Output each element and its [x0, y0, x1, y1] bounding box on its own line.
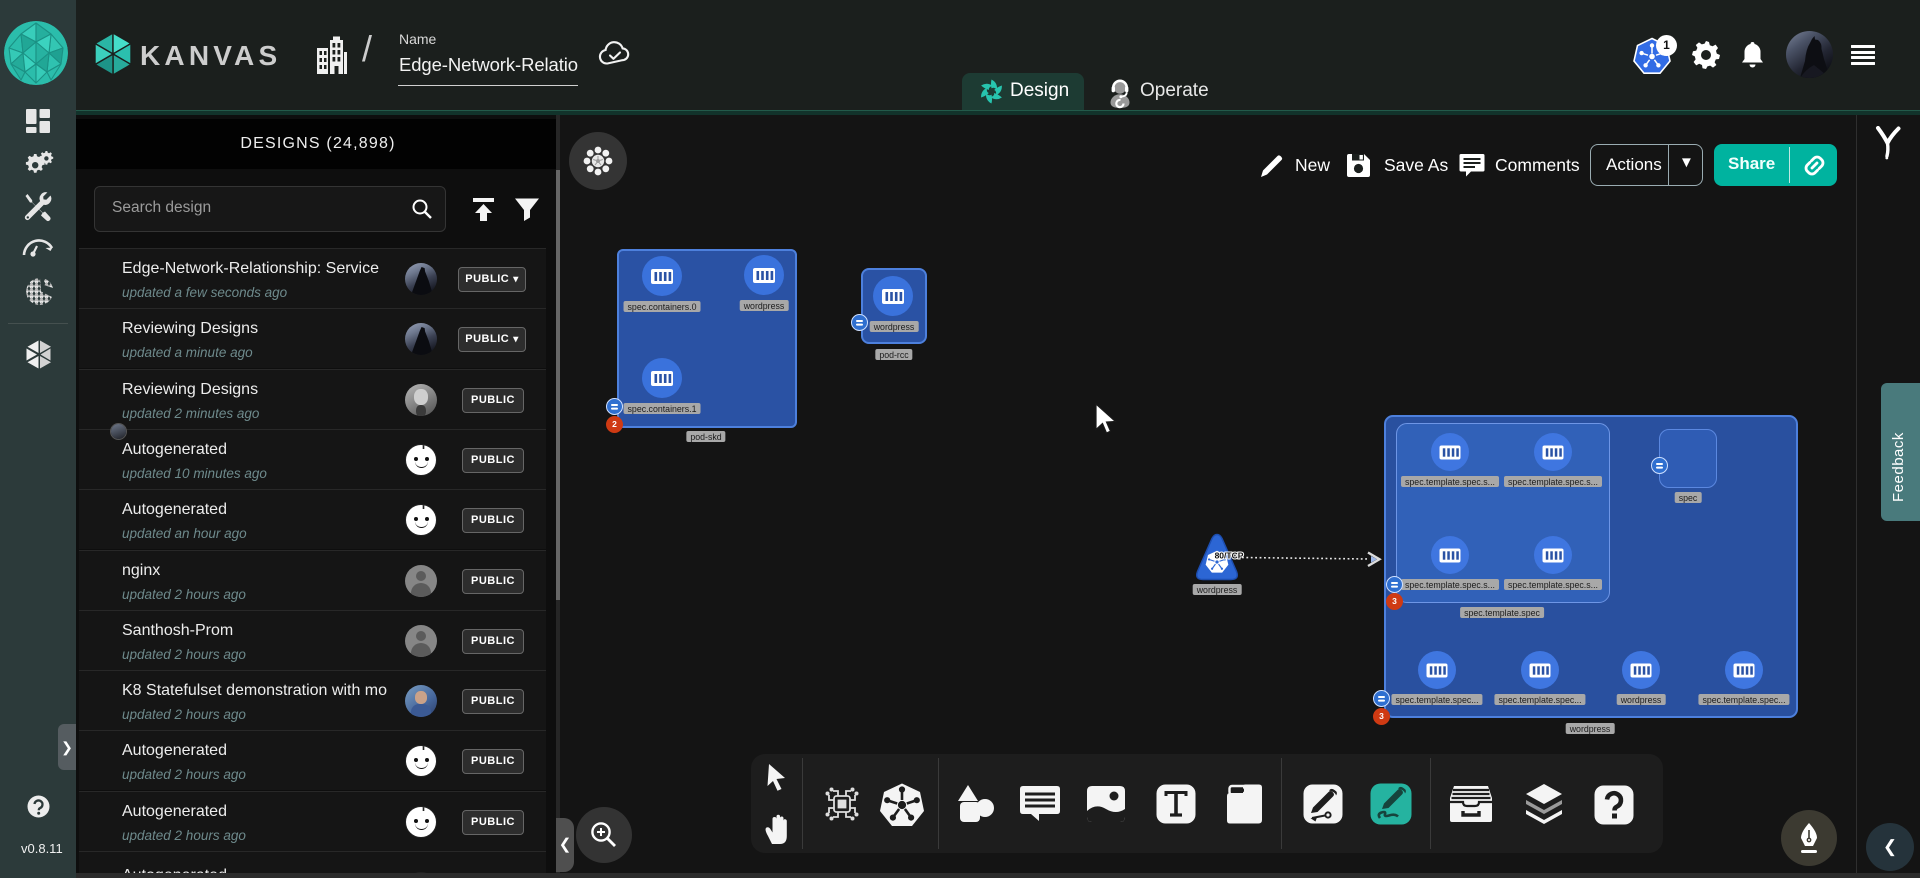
svg-text:80/TCP: 80/TCP — [1215, 551, 1244, 561]
